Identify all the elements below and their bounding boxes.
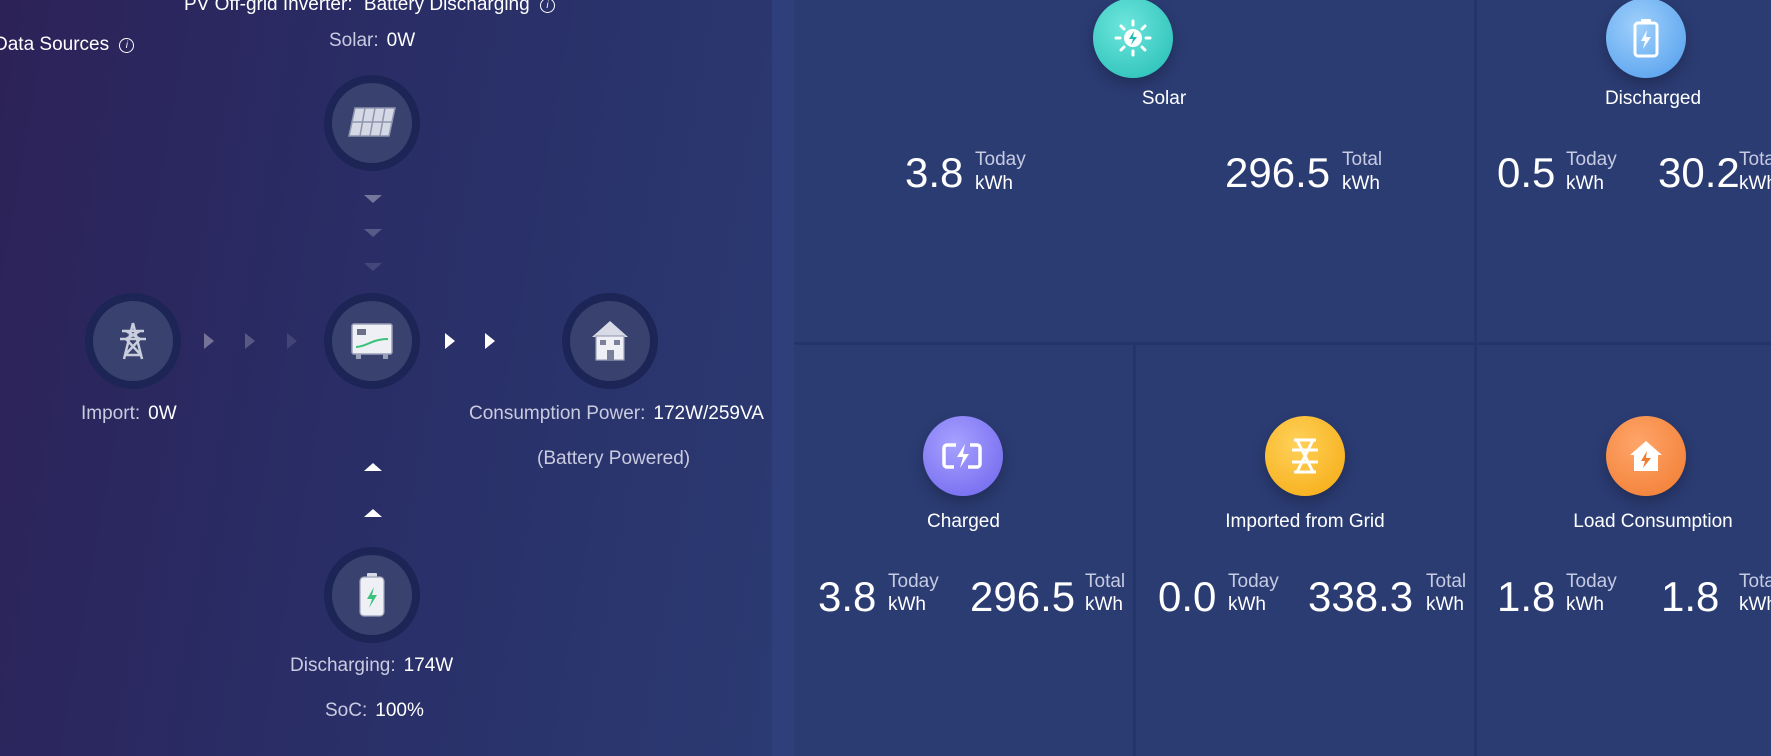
total-value: 296.5: [1225, 149, 1331, 196]
unit-label: kWh: [1085, 594, 1123, 615]
soc-value: 100%: [375, 700, 424, 721]
flow-arrow-up: [364, 463, 382, 471]
flow-arrow-right: [204, 333, 214, 349]
card-title: Imported from Grid: [1225, 511, 1385, 532]
load-consumption-card: Load Consumption 1.8 Today kWh 1.8 Total…: [1477, 345, 1771, 756]
grid-tower-icon: [120, 322, 146, 360]
panel-divider: [772, 0, 794, 756]
total-value: 1.8: [1661, 573, 1720, 620]
flow-arrow-right: [485, 333, 495, 349]
flow-arrow-down: [364, 229, 382, 237]
info-icon[interactable]: i: [539, 0, 555, 13]
card-title: Load Consumption: [1573, 511, 1733, 532]
battery-icon: [359, 573, 385, 617]
inverter-status: PV Off-grid Inverter: Battery Dischargin…: [184, 0, 555, 16]
imported-card: Imported from Grid 0.0 Today kWh 338.3 T…: [1136, 345, 1474, 756]
grid-node[interactable]: [85, 293, 181, 389]
energy-flow-panel: PV Off-grid Inverter: Battery Dischargin…: [0, 0, 772, 756]
solar-node[interactable]: [324, 75, 420, 171]
consumption-label: Consumption Power:: [469, 403, 646, 424]
import-value: 0W: [148, 403, 177, 424]
info-icon[interactable]: i: [119, 38, 135, 53]
battery-icon: [1606, 0, 1686, 78]
flow-arrow-up: [364, 509, 382, 517]
total-value: 30.2: [1658, 149, 1740, 196]
total-value: 338.3: [1308, 573, 1414, 620]
inverter-label: PV Off-grid Inverter:: [184, 0, 353, 15]
unit-label: kWh: [1566, 173, 1604, 194]
discharging-value: 174W: [403, 655, 454, 676]
unit-label: kWh: [1228, 594, 1266, 615]
total-value: 296.5: [970, 573, 1076, 620]
unit-label: kWh: [975, 173, 1013, 194]
today-label: Today: [1566, 149, 1617, 170]
unit-label: kWh: [888, 594, 926, 615]
today-value: 3.8: [818, 573, 877, 620]
flow-arrow-down: [364, 195, 382, 203]
flow-arrow-right: [287, 333, 297, 349]
total-label: Total: [1739, 149, 1771, 170]
total-label: Total: [1342, 149, 1383, 170]
flow-arrow-right: [245, 333, 255, 349]
today-label: Today: [1228, 571, 1279, 592]
import-power-readout: Import: 0W: [81, 403, 177, 425]
data-sources-link[interactable]: Data Sources i: [0, 34, 135, 56]
unit-label: kWh: [1566, 594, 1604, 615]
consumption-value: 172W/259VA: [653, 403, 764, 424]
home-load-icon: [1606, 416, 1686, 496]
solar-power-readout: Solar: 0W: [329, 30, 415, 52]
card-title: Charged: [927, 511, 1000, 532]
card-title: Solar: [1141, 88, 1187, 109]
unit-label: kWh: [1426, 594, 1464, 615]
total-label: Total: [1426, 571, 1467, 592]
charged-card: Charged 3.8 Today kWh 296.5 Total kWh: [794, 345, 1133, 756]
today-value: 0.5: [1497, 149, 1556, 196]
today-value: 1.8: [1497, 573, 1556, 620]
consumption-power-readout: Consumption Power: 172W/259VA: [469, 403, 764, 425]
import-label: Import:: [81, 403, 141, 424]
energy-stats-panel: Solar 3.8 Today kWh 296.5 Total kWh Disc…: [794, 0, 1771, 756]
flow-arrow-down: [364, 263, 382, 271]
flow-arrow-right: [445, 333, 455, 349]
discharging-label: Discharging:: [290, 655, 396, 676]
charge-icon: [923, 416, 1003, 496]
total-label: Total: [1739, 571, 1771, 592]
soc-label: SoC:: [325, 700, 368, 721]
discharged-card: Discharged 0.5 Today kWh 30.2 Total kWh: [1477, 0, 1771, 342]
consumption-note: (Battery Powered): [537, 448, 691, 469]
today-label: Today: [888, 571, 939, 592]
solar-panel-icon: [348, 107, 396, 137]
inverter-node[interactable]: [324, 293, 420, 389]
soc-readout: SoC: 100%: [325, 700, 424, 722]
unit-label: kWh: [1739, 594, 1771, 615]
battery-node[interactable]: [324, 547, 420, 643]
grid-tower-icon: [1265, 416, 1345, 496]
solar-value: 0W: [386, 30, 416, 51]
inverter-icon: [351, 323, 393, 359]
solar-label: Solar:: [329, 30, 379, 51]
today-label: Today: [1566, 571, 1617, 592]
today-value: 3.8: [905, 149, 964, 196]
inverter-state: Battery Discharging: [363, 0, 530, 15]
discharging-power-readout: Discharging: 174W: [290, 655, 453, 677]
card-title: Discharged: [1604, 88, 1702, 109]
sun-icon: [1093, 0, 1173, 78]
house-icon: [592, 321, 628, 361]
unit-label: kWh: [1342, 173, 1380, 194]
load-node[interactable]: [562, 293, 658, 389]
total-label: Total: [1085, 571, 1126, 592]
unit-label: kWh: [1739, 173, 1771, 194]
data-sources-label: Data Sources: [0, 34, 110, 55]
today-label: Today: [975, 149, 1026, 170]
solar-card: Solar 3.8 Today kWh 296.5 Total kWh: [794, 0, 1474, 342]
today-value: 0.0: [1158, 573, 1217, 620]
